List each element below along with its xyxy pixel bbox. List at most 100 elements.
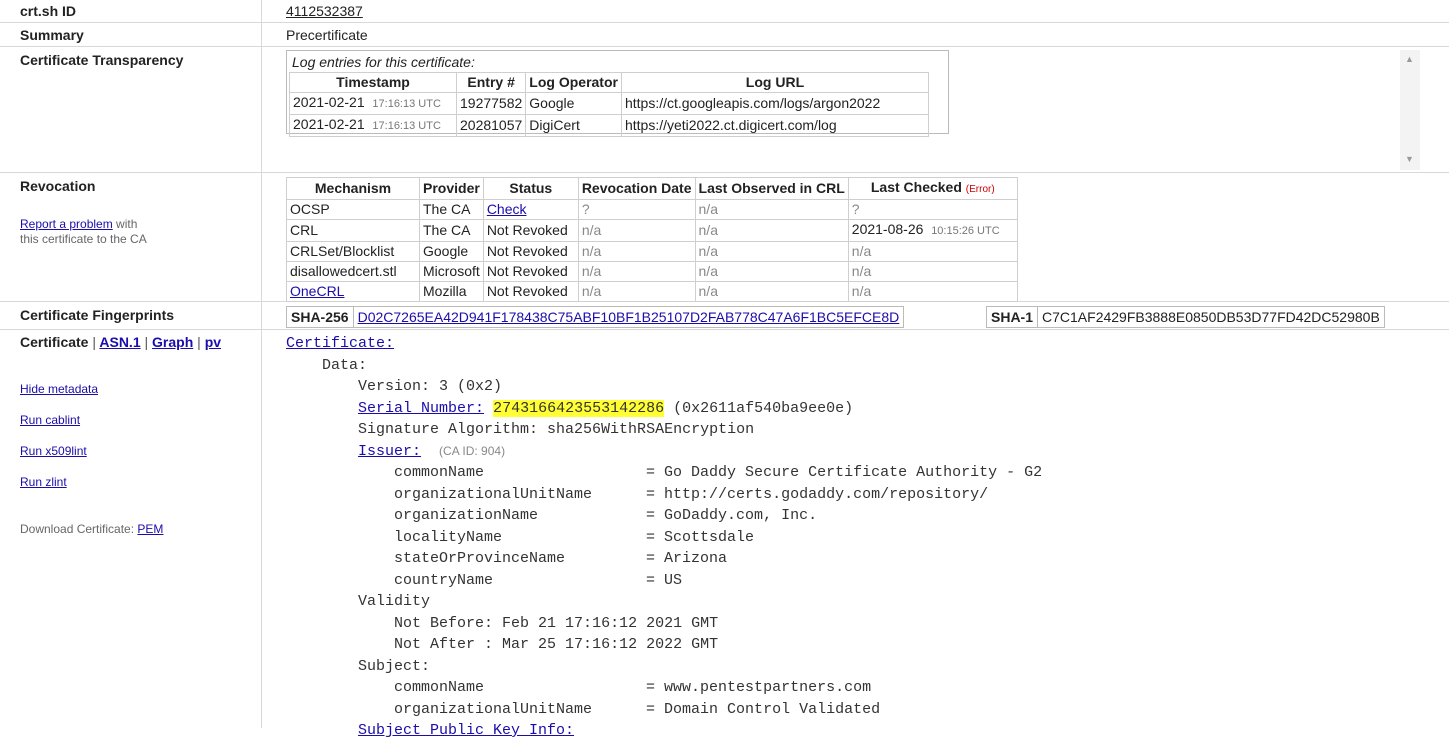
field-value-text: US (664, 571, 683, 589)
row-certificate-transparency: Certificate Transparency Log entries for… (0, 47, 1449, 173)
last-checked-cell: n/a (847, 281, 1018, 302)
field-key: stateOrProvinceName (394, 550, 566, 567)
subject-label: Subject: (358, 657, 431, 675)
sha256-value-cell: D02C7265EA42D941F178438C75ABF10BF1B25107… (352, 307, 904, 327)
hide-metadata-link[interactable]: Hide metadata (20, 382, 98, 396)
row-label: Revocation (20, 178, 96, 194)
serial-decimal: 2743166423553142286 (493, 399, 665, 417)
separator: | (92, 334, 96, 350)
field-value: = US (646, 571, 683, 589)
field-value-text: http://certs.godaddy.com/repository/ (664, 485, 989, 503)
col-header: Last Checked (Error) (847, 177, 1018, 200)
row-summary: Summary Precertificate (0, 23, 1449, 47)
rev-date-cell: n/a (577, 261, 696, 282)
ct-scrollbar[interactable]: ▲ ▼ (1400, 50, 1420, 170)
sha256-box: SHA-256 D02C7265EA42D941F178438C75ABF10BF… (286, 306, 905, 328)
field-key: countryName (394, 571, 494, 589)
download-pem-link[interactable]: PEM (137, 522, 163, 536)
run-cablint-link[interactable]: Run cablint (20, 413, 80, 427)
serial-number-link[interactable]: Serial Number: (358, 400, 484, 417)
date: 2021-08-26 (851, 221, 924, 237)
time: 10:15:26 UTC (931, 225, 1000, 237)
field-value: = Go Daddy Secure Certificate Authority … (646, 464, 1043, 481)
provider-cell: Microsoft (419, 261, 484, 282)
status-cell: Not Revoked (482, 281, 579, 302)
field-value: = http://certs.godaddy.com/repository/ (646, 485, 989, 503)
certificate-header: Certificate | ASN.1 | Graph | pv (20, 334, 221, 350)
signature-algorithm: Signature Algorithm: sha256WithRSAEncryp… (358, 421, 755, 438)
issuer-ca-id: (CA ID: 904) (439, 443, 506, 458)
status-cell: Not Revoked (482, 241, 579, 262)
last-checked-cell: n/a (847, 241, 1018, 262)
status-cell: Not Revoked (482, 261, 579, 282)
operator-cell: Google (525, 92, 622, 115)
report-problem-block: Report a problem with this certificate t… (20, 217, 147, 247)
run-x509lint-link[interactable]: Run x509lint (20, 444, 87, 458)
table-row: 2021-02-21 17:16:13 UTC 20281057 DigiCer… (289, 114, 929, 137)
row-label: Summary (20, 27, 84, 43)
col-header: Timestamp (289, 72, 457, 93)
mechanism-cell: disallowedcert.stl (286, 261, 420, 282)
field-key: commonName (394, 679, 485, 696)
rev-date-cell: n/a (577, 219, 696, 242)
ocsp-check-link[interactable]: Check (487, 201, 527, 217)
field-key: organizationName (394, 507, 539, 524)
provider-cell: Mozilla (419, 281, 484, 302)
sha256-label: SHA-256 (291, 309, 349, 325)
time: 17:16:13 UTC (372, 98, 441, 110)
last-observed-cell: n/a (694, 261, 849, 282)
version-line: Version: 3 (0x2) (358, 378, 503, 395)
scroll-up-icon[interactable]: ▲ (1405, 54, 1414, 64)
crtsh-id-link[interactable]: 4112532387 (286, 3, 363, 19)
certificate-link[interactable]: Certificate: (286, 335, 394, 352)
mechanism-cell: CRL (286, 219, 420, 242)
row-label: Certificate Fingerprints (20, 307, 175, 323)
mechanism-cell: OCSP (286, 199, 420, 220)
pv-link[interactable]: pv (205, 334, 221, 350)
row-label: Certificate Transparency (20, 52, 184, 68)
field-value: = Arizona (646, 550, 728, 567)
url-cell: https://ct.googleapis.com/logs/argon2022 (620, 92, 929, 115)
scroll-down-icon[interactable]: ▼ (1405, 154, 1414, 164)
ct-caption: Log entries for this certificate: (292, 54, 475, 70)
field-value: = Scottsdale (646, 528, 755, 546)
onecrl-link[interactable]: OneCRL (290, 283, 344, 299)
subject-public-key-info-link[interactable]: Subject Public Key Info: (358, 722, 574, 739)
validity-label: Validity (358, 593, 431, 610)
col-header: Last Observed in CRL (694, 177, 849, 200)
provider-cell: Google (419, 241, 484, 262)
report-text: with (112, 217, 138, 231)
table-row: disallowedcert.stl Microsoft Not Revoked… (286, 261, 1018, 282)
status-cell: Not Revoked (482, 219, 579, 242)
asn1-link[interactable]: ASN.1 (99, 334, 140, 350)
mechanism-cell: CRLSet/Blocklist (286, 241, 420, 262)
revocation-table: Mechanism Provider Status Revocation Dat… (286, 177, 1018, 302)
provider-cell: The CA (419, 199, 484, 220)
table-row: CRLSet/Blocklist Google Not Revoked n/a … (286, 241, 1018, 262)
last-checked-cell: 2021-08-26 10:15:26 UTC (847, 219, 1018, 242)
col-header: Revocation Date (577, 177, 696, 200)
summary-value: Precertificate (286, 27, 368, 43)
run-zlint-link[interactable]: Run zlint (20, 475, 67, 489)
sha256-link[interactable]: D02C7265EA42D941F178438C75ABF10BF1B25107… (358, 309, 900, 325)
field-value-text: Arizona (664, 550, 728, 567)
last-observed-cell: n/a (694, 281, 849, 302)
row-crtsh-id: crt.sh ID 4112532387 (0, 0, 1449, 23)
graph-link[interactable]: Graph (152, 334, 193, 350)
field-value-text: GoDaddy.com, Inc. (664, 507, 818, 524)
timestamp-cell: 2021-02-21 17:16:13 UTC (289, 114, 457, 137)
col-header: Status (482, 177, 579, 200)
table-row: 2021-02-21 17:16:13 UTC 19277582 Google … (289, 92, 929, 115)
field-value-text: Go Daddy Secure Certificate Authority - … (664, 464, 1043, 481)
field-key: localityName (394, 528, 503, 546)
report-text: this certificate to the CA (20, 232, 147, 246)
issuer-link[interactable]: Issuer: (358, 443, 421, 460)
entry-cell: 19277582 (455, 92, 527, 115)
col-header: Entry # (455, 72, 527, 93)
table-row: OCSP The CA Check ? n/a ? (286, 199, 1018, 220)
report-problem-link[interactable]: Report a problem (20, 217, 113, 231)
certificate-text: Certificate: Data: Version: 3 (0x2) Seri… (286, 333, 1042, 742)
entry-cell: 20281057 (455, 114, 527, 137)
row-label: crt.sh ID (20, 3, 77, 19)
col-header: Log Operator (525, 72, 622, 93)
